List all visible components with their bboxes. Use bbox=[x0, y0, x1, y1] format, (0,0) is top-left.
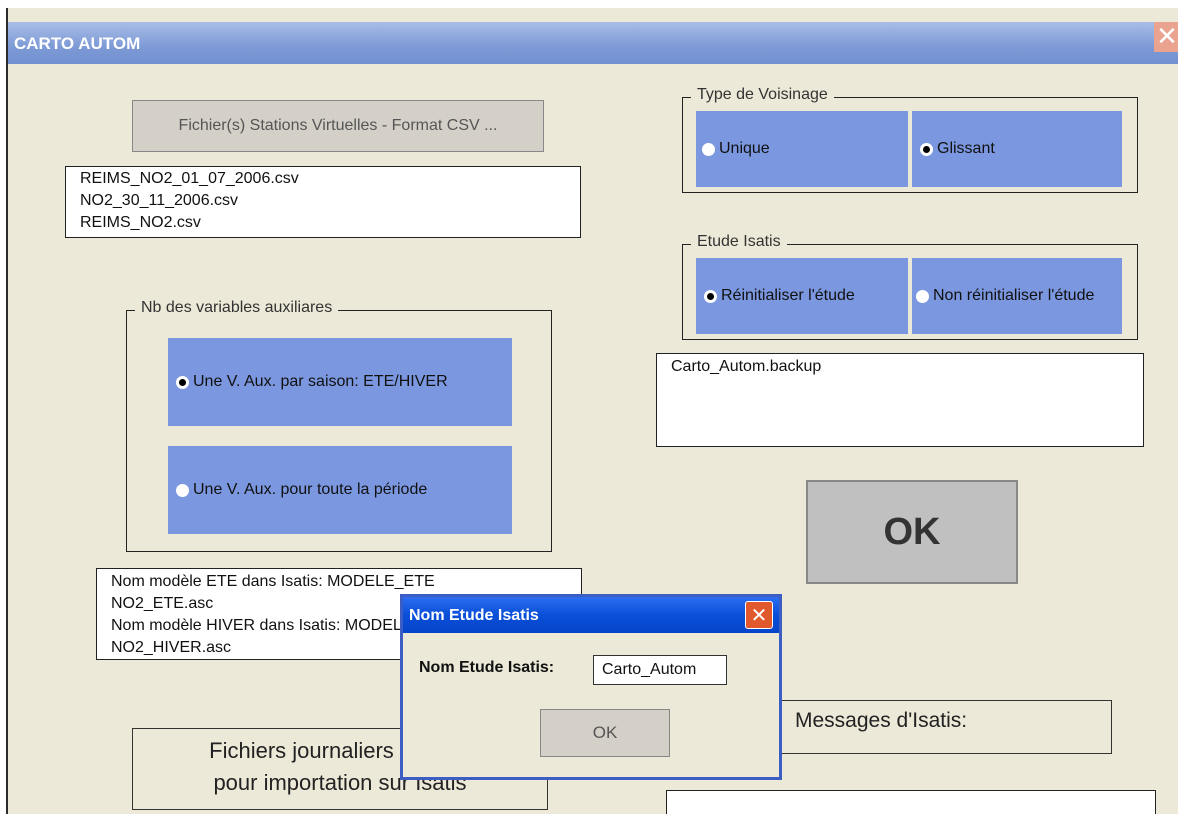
radio-aux-per-season-label: Une V. Aux. par saison: ETE/HIVER bbox=[193, 373, 448, 390]
radio-selected-icon bbox=[920, 142, 933, 156]
radio-non-reinitialiser[interactable]: Non réinitialiser l'étude bbox=[912, 258, 1122, 334]
radio-unique[interactable]: Unique bbox=[696, 111, 908, 187]
radio-aux-whole-period-label: Une V. Aux. pour toute la période bbox=[193, 481, 428, 498]
dialog-field-label: Nom Etude Isatis: bbox=[419, 659, 555, 676]
radio-aux-whole-period[interactable]: Une V. Aux. pour toute la période bbox=[168, 446, 512, 534]
dialog-close-icon[interactable]: ✕ bbox=[745, 601, 773, 629]
messages-label: Messages d'Isatis: bbox=[795, 709, 968, 732]
title-bar[interactable] bbox=[8, 22, 1178, 64]
name-study-dialog: Nom Etude Isatis ✕ Nom Etude Isatis: Car… bbox=[400, 594, 782, 780]
radio-unselected-icon bbox=[176, 483, 189, 497]
radio-aux-per-season[interactable]: Une V. Aux. par saison: ETE/HIVER bbox=[168, 338, 512, 426]
radio-selected-icon bbox=[176, 375, 189, 389]
close-icon[interactable]: ✕ bbox=[1154, 22, 1178, 52]
dialog-ok-button[interactable]: OK bbox=[540, 709, 670, 757]
radio-unselected-icon bbox=[916, 289, 929, 303]
dialog-title: Nom Etude Isatis bbox=[409, 607, 539, 624]
radio-unique-label: Unique bbox=[719, 140, 770, 157]
list-item[interactable]: Nom modèle ETE dans Isatis: MODELE_ETE bbox=[111, 571, 581, 593]
select-csv-files-button[interactable]: Fichier(s) Stations Virtuelles - Format … bbox=[132, 100, 544, 152]
select-csv-files-label: Fichier(s) Stations Virtuelles - Format … bbox=[178, 117, 498, 134]
radio-unselected-icon bbox=[702, 142, 715, 156]
voisinage-legend: Type de Voisinage bbox=[691, 86, 834, 104]
list-item[interactable]: NO2_30_11_2006.csv bbox=[80, 190, 580, 212]
dialog-ok-label: OK bbox=[592, 723, 618, 742]
csv-files-list[interactable]: REIMS_NO2_01_07_2006.csv NO2_30_11_2006.… bbox=[65, 166, 581, 238]
radio-reinitialiser[interactable]: Réinitialiser l'étude bbox=[696, 258, 908, 334]
etude-legend: Etude Isatis bbox=[691, 233, 787, 251]
aux-variables-legend: Nb des variables auxiliares bbox=[135, 299, 339, 317]
study-name-input[interactable]: Carto_Autom bbox=[593, 655, 727, 685]
radio-glissant[interactable]: Glissant bbox=[912, 111, 1122, 187]
messages-output[interactable] bbox=[666, 790, 1156, 814]
messages-label-box: Messages d'Isatis: bbox=[778, 700, 1112, 754]
radio-non-reinitialiser-label: Non réinitialiser l'étude bbox=[933, 287, 1095, 304]
backup-list[interactable]: Carto_Autom.backup bbox=[656, 353, 1144, 447]
list-item[interactable]: REIMS_NO2_01_07_2006.csv bbox=[80, 168, 580, 190]
radio-selected-icon bbox=[704, 289, 717, 303]
dialog-title-bar[interactable]: Nom Etude Isatis ✕ bbox=[403, 597, 779, 633]
list-item[interactable]: REIMS_NO2.csv bbox=[80, 212, 580, 234]
ok-button[interactable]: OK bbox=[806, 480, 1018, 584]
list-item[interactable]: Carto_Autom.backup bbox=[671, 356, 1143, 378]
ok-button-label: OK bbox=[883, 510, 941, 553]
radio-glissant-label: Glissant bbox=[937, 140, 995, 157]
window-title: CARTO AUTOM bbox=[14, 34, 141, 53]
radio-reinitialiser-label: Réinitialiser l'étude bbox=[721, 287, 855, 304]
